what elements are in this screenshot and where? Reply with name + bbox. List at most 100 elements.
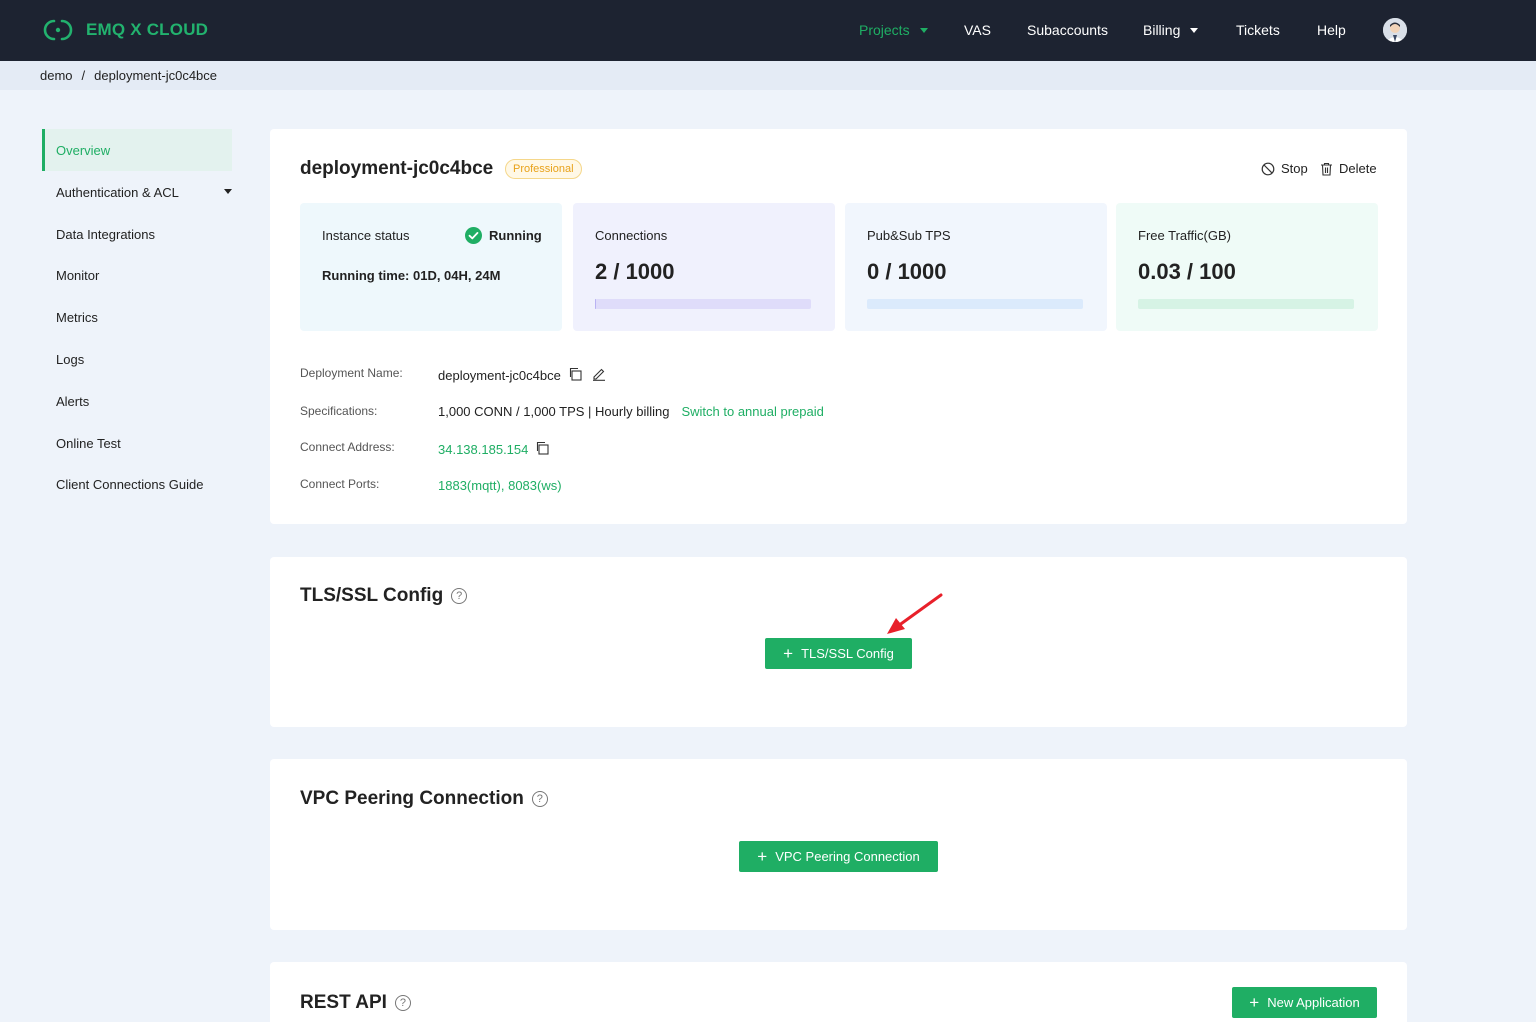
new-application-button[interactable]: + New Application [1232, 987, 1377, 1018]
connections-progress-bar [595, 299, 811, 309]
vpc-peering-connection-button[interactable]: + VPC Peering Connection [739, 841, 938, 872]
connections-card: Connections 2 / 1000 [573, 203, 835, 331]
nav-subaccounts[interactable]: Subaccounts [1027, 22, 1108, 38]
sidebar-item-alerts[interactable]: Alerts [56, 394, 89, 409]
logo-text: EMQ X CLOUD [86, 20, 209, 39]
sidebar-item-label: Metrics [56, 310, 98, 325]
edit-icon[interactable] [592, 367, 606, 384]
switch-annual-prepaid-link[interactable]: Switch to annual prepaid [681, 404, 823, 419]
help-icon[interactable]: ? [531, 791, 548, 807]
tps-label: Pub&Sub TPS [867, 228, 951, 243]
traffic-value: 0.03 / 100 [1138, 259, 1236, 284]
nav-help-label: Help [1317, 22, 1346, 38]
nav-projects[interactable]: Projects [859, 22, 928, 38]
sidebar-item-online-test[interactable]: Online Test [56, 436, 121, 451]
deployment-name-row: deployment-jc0c4bce [438, 367, 606, 384]
tps-card: Pub&Sub TPS 0 / 1000 [845, 203, 1107, 331]
connect-address-label: Connect Address: [300, 440, 395, 454]
nav-tickets[interactable]: Tickets [1236, 22, 1280, 38]
nav-vas-label: VAS [964, 22, 991, 38]
nav-help[interactable]: Help [1317, 22, 1346, 38]
tls-ssl-title-text: TLS/SSL Config [300, 585, 444, 606]
sidebar-item-authentication-acl[interactable]: Authentication & ACL [56, 185, 179, 200]
sidebar-item-client-connections-guide[interactable]: Client Connections Guide [56, 477, 203, 492]
copy-icon[interactable] [535, 441, 549, 458]
rest-api-title: REST API ? [300, 992, 411, 1014]
delete-button[interactable]: Delete [1320, 161, 1377, 176]
specifications-label: Specifications: [300, 404, 378, 418]
help-icon[interactable]: ? [394, 995, 411, 1011]
arrow-annotation-icon [887, 593, 943, 634]
vpc-peering-title-text: VPC Peering Connection [300, 788, 524, 809]
connect-ports-row: 1883(mqtt), 8083(ws) [438, 478, 562, 493]
tls-ssl-title: TLS/SSL Config ? [300, 585, 468, 607]
sidebar-item-monitor[interactable]: Monitor [56, 268, 99, 283]
plus-icon: + [1249, 993, 1260, 1012]
caret-down-icon[interactable] [224, 189, 232, 194]
top-navigation-bar: EMQ X CLOUD Projects VAS Subaccounts Bil… [0, 0, 1536, 61]
running-time: Running time: 01D, 04H, 24M [322, 268, 501, 283]
specifications-value: 1,000 CONN / 1,000 TPS | Hourly billing [438, 404, 670, 419]
deployment-name-label: Deployment Name: [300, 366, 403, 380]
sidebar-item-logs[interactable]: Logs [56, 352, 84, 367]
sidebar-item-label: Data Integrations [56, 227, 156, 242]
breadcrumb-deployment: deployment-jc0c4bce [94, 68, 218, 83]
caret-down-icon [919, 27, 928, 33]
traffic-card: Free Traffic(GB) 0.03 / 100 [1116, 203, 1378, 331]
deployment-title: deployment-jc0c4bce [300, 158, 494, 179]
rest-api-title-text: REST API [300, 992, 387, 1013]
connect-address-row: 34.138.185.154 [438, 441, 549, 458]
connect-ports-label: Connect Ports: [300, 477, 380, 491]
nav-subaccounts-label: Subaccounts [1027, 22, 1108, 38]
sidebar-item-label: Alerts [56, 394, 90, 409]
plus-icon: + [757, 847, 768, 866]
sidebar-item-label: Authentication & ACL [56, 185, 179, 200]
logo[interactable]: EMQ X CLOUD [40, 17, 208, 43]
nav-vas[interactable]: VAS [964, 22, 991, 38]
avatar[interactable] [1383, 18, 1407, 42]
instance-status-card: Instance status Running Running time: 01… [300, 203, 562, 331]
connect-address-value: 34.138.185.154 [438, 442, 529, 457]
status-badge: Running [465, 227, 542, 244]
specifications-row: 1,000 CONN / 1,000 TPS | Hourly billing … [438, 404, 824, 419]
tps-progress-bar [867, 299, 1083, 309]
stop-button[interactable]: Stop [1261, 161, 1308, 176]
copy-icon[interactable] [568, 367, 582, 384]
sidebar-item-data-integrations[interactable]: Data Integrations [56, 227, 155, 242]
avatar-icon [1383, 18, 1407, 42]
vpc-peering-title: VPC Peering Connection ? [300, 788, 548, 810]
trash-icon [1321, 162, 1332, 176]
nav-billing[interactable]: Billing [1143, 22, 1199, 38]
check-circle-icon [465, 227, 482, 244]
sidebar-item-label: Online Test [56, 436, 121, 451]
instance-status-label: Instance status [322, 228, 410, 243]
sidebar-item-label: Client Connections Guide [56, 477, 204, 492]
traffic-label: Free Traffic(GB) [1138, 228, 1231, 243]
breadcrumb: demo / deployment-jc0c4bce [40, 68, 217, 83]
breadcrumb-separator: / [81, 68, 86, 83]
vpc-peering-connection-button-label: VPC Peering Connection [775, 849, 920, 864]
stop-icon [1261, 162, 1275, 175]
breadcrumb-project[interactable]: demo [40, 68, 73, 83]
tls-ssl-config-button[interactable]: + TLS/SSL Config [765, 638, 912, 669]
new-application-button-label: New Application [1267, 995, 1360, 1010]
breadcrumb-bar [0, 61, 1536, 90]
nav-billing-label: Billing [1143, 22, 1181, 38]
sidebar-item-overview[interactable]: Overview [42, 129, 232, 171]
sidebar-item-metrics[interactable]: Metrics [56, 310, 98, 325]
deployment-name-value: deployment-jc0c4bce [438, 368, 561, 383]
logo-icon [43, 19, 73, 41]
plan-badge: Professional [505, 159, 582, 179]
traffic-progress-bar [1138, 299, 1354, 309]
nav-tickets-label: Tickets [1236, 22, 1280, 38]
connections-value: 2 / 1000 [595, 259, 675, 284]
plus-icon: + [783, 644, 794, 663]
help-icon[interactable]: ? [451, 588, 468, 604]
sidebar-item-label: Logs [56, 352, 85, 367]
status-value: Running [489, 228, 542, 243]
tls-ssl-config-button-label: TLS/SSL Config [801, 646, 894, 661]
connections-label: Connections [595, 228, 668, 243]
tps-value: 0 / 1000 [867, 259, 947, 284]
stop-label: Stop [1281, 161, 1308, 176]
sidebar-item-label: Overview [56, 143, 111, 158]
